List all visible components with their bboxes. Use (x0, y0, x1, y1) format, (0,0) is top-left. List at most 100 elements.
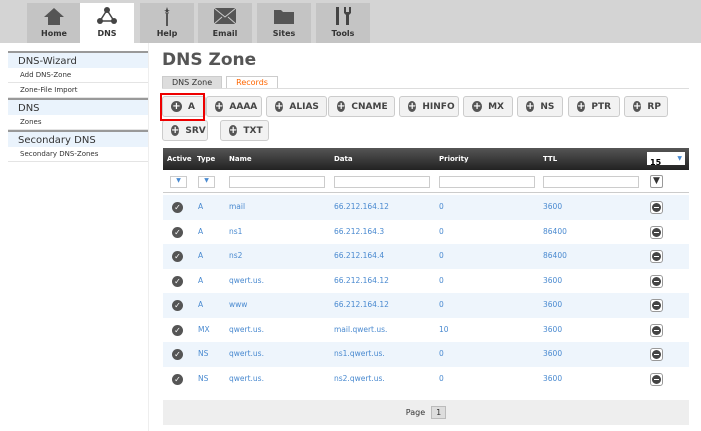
col-priority[interactable]: Priority (439, 148, 469, 170)
table-row[interactable]: ✓ Ans2 66.212.164.4 0 86400 (163, 244, 689, 269)
tools-icon (316, 3, 370, 29)
delete-icon[interactable] (650, 274, 663, 288)
cell: 66.212.164.12 (334, 202, 389, 211)
add-rp-record-button[interactable]: + RP (624, 96, 668, 117)
sidebar-item[interactable]: Zones (8, 115, 148, 130)
delete-icon[interactable] (650, 348, 663, 361)
delete-icon[interactable] (650, 299, 663, 312)
cell: qwert.us. (229, 349, 264, 358)
chevron-down-icon: ▼ (677, 155, 682, 162)
table-row[interactable]: ✓ Amail 66.212.164.12 0 3600 (163, 195, 689, 220)
col-type[interactable]: Type (197, 148, 215, 170)
delete-icon[interactable] (650, 225, 663, 239)
plus-icon: + (526, 101, 535, 112)
nav-tab-home[interactable]: Home (27, 3, 81, 43)
priority-filter-input[interactable] (439, 176, 535, 188)
cell: 3600 (543, 349, 563, 358)
page-title: DNS Zone (162, 50, 257, 70)
cell: A (198, 251, 204, 260)
nav-tab-sites[interactable]: Sites (257, 3, 311, 43)
divider (162, 88, 689, 89)
cell: 66.212.164.12 (334, 300, 389, 309)
sidebar-item[interactable]: Secondary DNS-Zones (8, 147, 148, 162)
cell: mail.qwert.us. (334, 324, 388, 334)
col-data[interactable]: Data (334, 148, 353, 170)
cell: MX (198, 324, 210, 334)
cell: NS (198, 349, 209, 358)
nav-tab-tools[interactable]: Tools (316, 3, 370, 43)
add-ptr-record-button[interactable]: + PTR (568, 96, 620, 117)
nav-tab-dns[interactable]: DNS (80, 3, 134, 43)
name-filter-input[interactable] (229, 176, 325, 188)
cell: ns2.qwert.us. (334, 373, 385, 383)
add-aaaa-record-button[interactable]: + AAAA (206, 96, 262, 117)
add-alias-record-button[interactable]: + ALIAS (266, 96, 327, 117)
nav-tab-help[interactable]: Help (140, 3, 194, 43)
table-row[interactable]: ✓ MX qwert.us. mail.qwert.us. 10 3600 (163, 318, 689, 343)
cell: 3600 (543, 300, 563, 309)
plus-icon: + (337, 101, 346, 112)
cell: ns1 (229, 226, 243, 236)
cell: 0 (439, 300, 444, 309)
table-row[interactable]: ✓ Ans1 66.212.164.3 0 86400 (163, 220, 689, 245)
cell: 0 (439, 373, 444, 383)
check-icon[interactable]: ✓ (172, 300, 183, 311)
table-header: Active Type Name Data Priority TTL 15 ▼ (163, 148, 689, 170)
page-size-select[interactable]: 15 ▼ (647, 152, 685, 167)
check-icon[interactable]: ✓ (172, 349, 183, 360)
add-txt-record-button[interactable]: + TXT (220, 120, 269, 141)
delete-icon[interactable] (650, 250, 663, 263)
add-cname-record-button[interactable]: + CNAME (328, 96, 395, 117)
plus-icon: + (215, 101, 224, 112)
table-row[interactable]: ✓ Awww 66.212.164.12 0 3600 (163, 293, 689, 318)
check-icon[interactable]: ✓ (172, 275, 183, 287)
help-wand-icon (140, 3, 194, 29)
delete-icon[interactable] (650, 372, 663, 386)
sidebar-item[interactable]: Zone-File Import (8, 83, 148, 98)
col-ttl[interactable]: TTL (543, 148, 557, 170)
table-row[interactable]: ✓ NS qwert.us. ns1.qwert.us. 0 3600 (163, 342, 689, 367)
cell: 0 (439, 275, 444, 285)
table-row[interactable]: ✓ NS qwert.us. ns2.qwert.us. 0 3600 (163, 367, 689, 392)
filter-row: ▼ ▼ ▼ (163, 170, 689, 193)
folder-icon (257, 3, 311, 29)
col-active[interactable]: Active (167, 148, 192, 170)
delete-icon[interactable] (650, 323, 663, 337)
cell: 86400 (543, 251, 567, 260)
active-filter-select[interactable]: ▼ (170, 176, 187, 188)
delete-icon[interactable] (650, 201, 663, 214)
sidebar-item[interactable]: Add DNS-Zone (8, 68, 148, 83)
cell: qwert.us. (229, 275, 264, 285)
check-icon[interactable]: ✓ (172, 373, 183, 385)
cell: 3600 (543, 202, 563, 211)
cell: 3600 (543, 275, 563, 285)
cell: 10 (439, 324, 449, 334)
data-filter-input[interactable] (334, 176, 430, 188)
divider (148, 43, 149, 431)
plus-icon: + (577, 101, 586, 112)
ttl-filter-input[interactable] (543, 176, 639, 188)
highlight-box (160, 93, 205, 121)
check-icon[interactable]: ✓ (172, 251, 183, 262)
cell: www (229, 300, 248, 309)
cell: 66.212.164.12 (334, 275, 389, 285)
page-1-button[interactable]: 1 (431, 406, 447, 419)
cell: 86400 (543, 226, 567, 236)
type-filter-select[interactable]: ▼ (198, 176, 215, 188)
cell: A (198, 226, 204, 236)
check-icon[interactable]: ✓ (172, 226, 183, 238)
filter-icon[interactable]: ▼ (650, 175, 663, 188)
envelope-icon (198, 3, 252, 29)
add-srv-record-button[interactable]: + SRV (162, 120, 208, 141)
top-nav: Home DNS Help Email Sites Tools (0, 0, 701, 43)
table-row[interactable]: ✓ Aqwert.us. 66.212.164.12 0 3600 (163, 269, 689, 294)
add-hinfo-record-button[interactable]: + HINFO (399, 96, 459, 117)
col-name[interactable]: Name (229, 148, 252, 170)
check-icon[interactable]: ✓ (172, 202, 183, 213)
add-mx-record-button[interactable]: + MX (463, 96, 513, 117)
add-ns-record-button[interactable]: + NS (517, 96, 563, 117)
cell: qwert.us. (229, 324, 264, 334)
nav-tab-email[interactable]: Email (198, 3, 252, 43)
cell: ns2 (229, 251, 243, 260)
check-icon[interactable]: ✓ (172, 324, 183, 336)
